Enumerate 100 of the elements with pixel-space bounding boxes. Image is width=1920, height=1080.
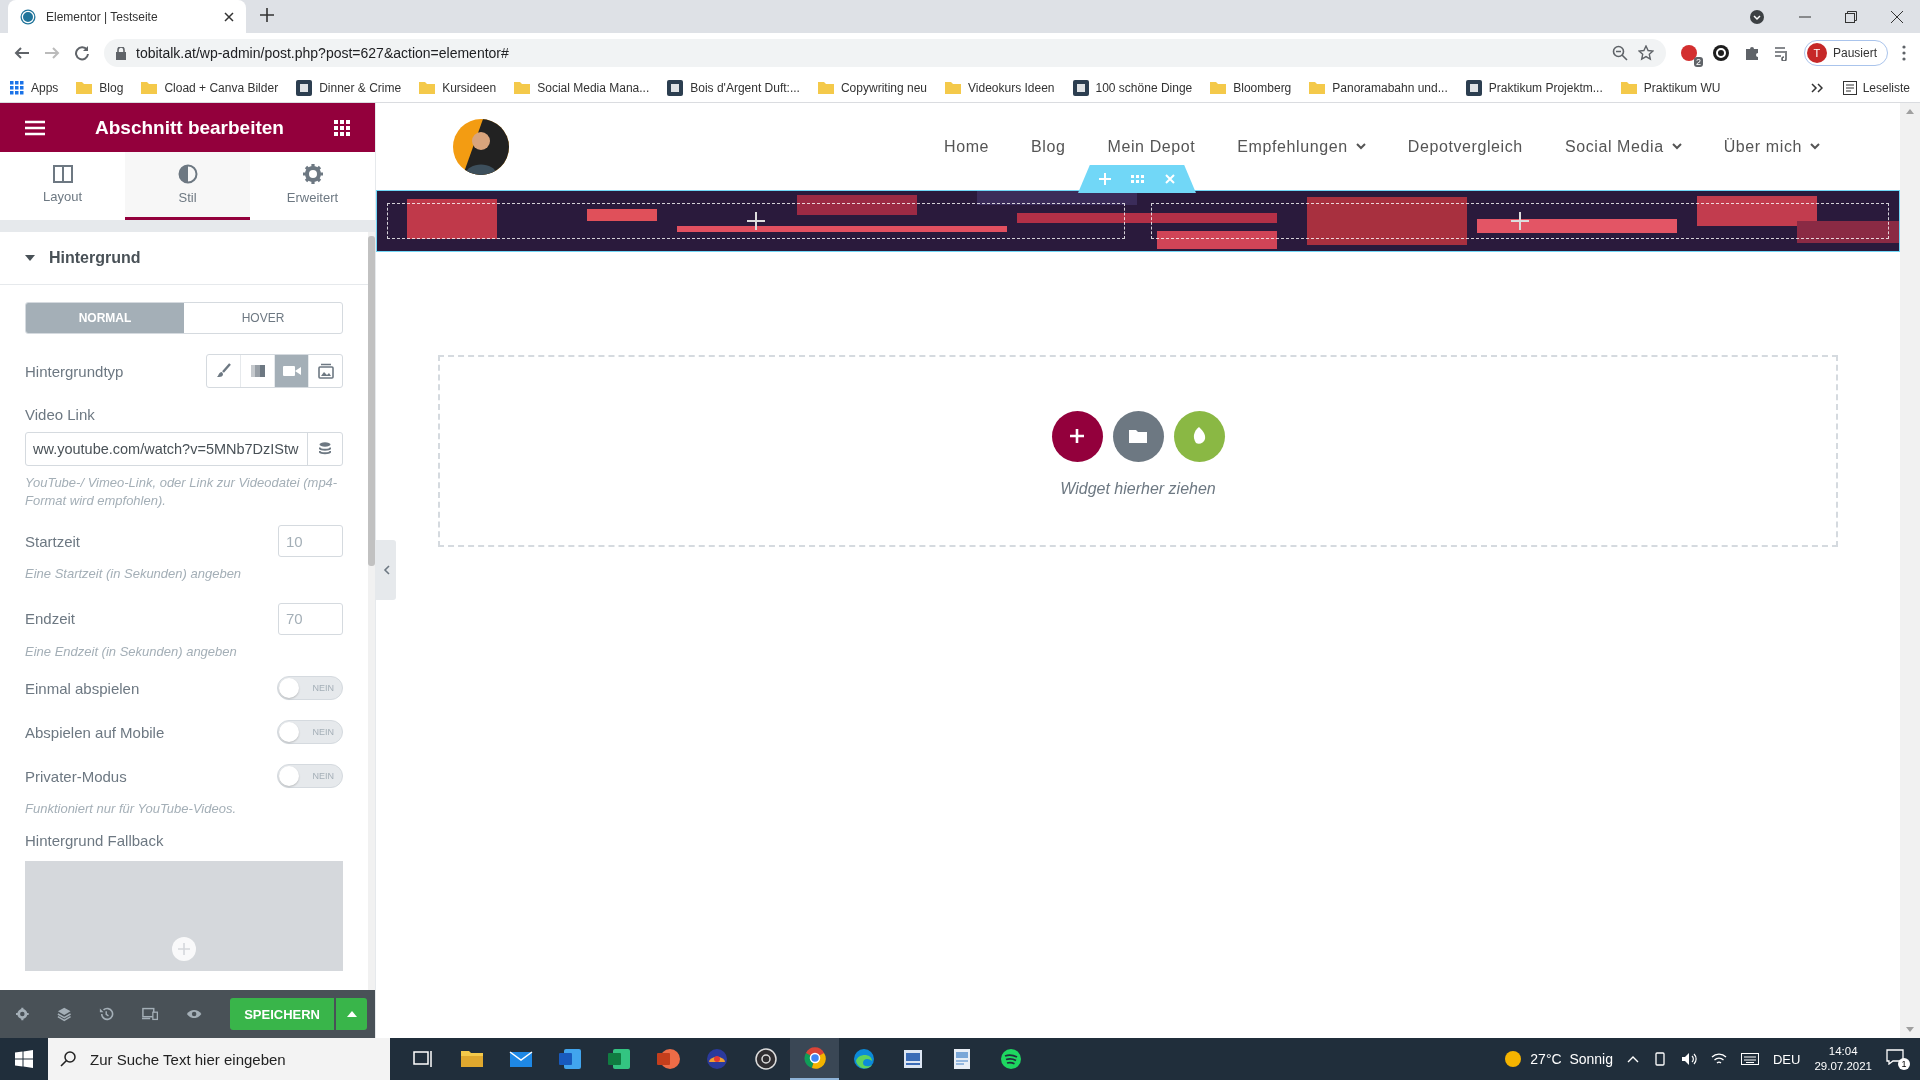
bookmark[interactable]: Panoramabahn und... xyxy=(1309,80,1448,95)
nav-link[interactable]: Blog xyxy=(1031,137,1066,156)
extension-icon[interactable] xyxy=(1679,44,1698,62)
save-options-button[interactable] xyxy=(336,998,367,1030)
bookmark[interactable]: Apps xyxy=(10,80,59,95)
browser-tab[interactable]: Elementor | Testseite xyxy=(8,0,246,33)
brush-icon xyxy=(215,363,232,379)
back-icon[interactable] xyxy=(14,45,30,61)
end-time-field[interactable]: 70 xyxy=(278,602,343,635)
nav-link[interactable]: Home xyxy=(944,137,990,156)
help-text: YouTube-/ Vimeo-Link, oder Link zur Videodatei (mp4-Format wird empfohlen). xyxy=(25,474,339,510)
drag-handle-icon[interactable] xyxy=(1131,175,1145,183)
wifi-icon[interactable] xyxy=(1711,1052,1727,1066)
column-placeholder[interactable] xyxy=(1151,203,1889,239)
reading-list-button[interactable]: Leseliste xyxy=(1842,80,1910,95)
bookmark[interactable]: Bois d'Argent Duft:... xyxy=(667,79,800,96)
field-label: Endzeit xyxy=(25,610,76,628)
new-tab-icon[interactable] xyxy=(260,8,274,22)
add-icon[interactable] xyxy=(747,212,765,230)
tab-search-icon[interactable] xyxy=(1749,8,1765,25)
start-icon[interactable] xyxy=(15,1050,33,1068)
bookmark[interactable]: Videokurs Ideen xyxy=(945,80,1055,95)
widgets-grid-icon[interactable] xyxy=(334,119,350,136)
meet-icon[interactable] xyxy=(1653,1052,1667,1066)
zoom-icon[interactable] xyxy=(1611,45,1628,61)
layers-icon[interactable] xyxy=(56,1006,72,1022)
bookmark[interactable]: 100 schöne Dinge xyxy=(1072,79,1193,96)
panel-tab[interactable]: Erweitert xyxy=(250,152,375,220)
close-icon[interactable] xyxy=(224,11,234,22)
puzzle-icon[interactable] xyxy=(1743,45,1760,61)
start-time-field[interactable]: 10 xyxy=(278,525,343,558)
weather-widget[interactable]: 27°C Sonnig xyxy=(1504,1050,1613,1068)
add-icon[interactable] xyxy=(1511,212,1529,230)
field-label: Einmal abspielen xyxy=(25,679,140,697)
caret-up-icon xyxy=(346,1011,357,1017)
more-bookmarks-icon[interactable] xyxy=(1810,82,1823,93)
responsive-icon[interactable] xyxy=(141,1007,158,1021)
folder-icon xyxy=(141,81,158,94)
field-label: Startzeit xyxy=(25,532,81,550)
clock[interactable]: 14:04 29.07.2021 xyxy=(1814,1044,1872,1074)
bookmark[interactable]: Praktikum WU xyxy=(1620,80,1721,95)
nav-link[interactable]: Empfehlungen xyxy=(1237,137,1366,156)
bookmark[interactable]: Social Media Mana... xyxy=(514,80,650,95)
bookmark[interactable]: Cload + Canva Bilder xyxy=(141,80,279,95)
menu-icon[interactable] xyxy=(25,119,45,136)
bookmark[interactable]: Praktikum Projektm... xyxy=(1465,79,1603,96)
site-icon xyxy=(667,79,684,96)
folder-icon xyxy=(1620,81,1637,94)
speaker-icon[interactable] xyxy=(1681,1052,1697,1066)
state-tab[interactable]: HOVER xyxy=(184,303,342,333)
nav-link[interactable]: Über mich xyxy=(1723,137,1820,156)
folder-icon xyxy=(1210,81,1227,94)
extension-icon[interactable] xyxy=(1711,44,1730,62)
panel-tab[interactable]: Layout xyxy=(0,152,125,220)
panel-tab[interactable]: Stil xyxy=(125,152,250,220)
address-bar[interactable]: tobitalk.at/wp-admin/post.php?post=627&action=elementor# xyxy=(104,39,1666,67)
bookmark[interactable]: Dinner & Crime xyxy=(296,79,402,96)
add-icon xyxy=(172,936,196,961)
notification-button[interactable]: 1 xyxy=(1886,1048,1910,1070)
keyboard-icon[interactable] xyxy=(1741,1053,1759,1065)
more-icon[interactable] xyxy=(1902,45,1906,61)
background-type-control[interactable] xyxy=(206,354,343,388)
bookmark-star-icon[interactable] xyxy=(1637,45,1654,61)
taskbar-search-field[interactable]: Zur Suche Text hier eingeben xyxy=(48,1038,390,1080)
video-link-field[interactable]: ww.youtube.com/watch?v=5MNb7DzIStw xyxy=(25,432,343,466)
eye-icon[interactable] xyxy=(185,1008,203,1020)
contrast-icon xyxy=(177,164,198,184)
column-placeholder[interactable] xyxy=(387,203,1125,239)
apps-icon xyxy=(10,80,24,95)
field-label: Privater-Modus xyxy=(25,767,127,785)
restore-icon[interactable] xyxy=(1845,10,1857,23)
bookmark[interactable]: Copywriting neu xyxy=(817,80,927,95)
nav-link[interactable]: Mein Depot xyxy=(1107,137,1196,156)
nav-link[interactable]: Depotvergleich xyxy=(1407,137,1523,156)
nav-link[interactable]: Social Media xyxy=(1564,137,1682,156)
profile-button[interactable]: T Pausiert xyxy=(1803,40,1888,66)
settings-icon[interactable] xyxy=(16,1007,29,1021)
notification-icon xyxy=(1886,1048,1904,1065)
show-hidden-icons-icon[interactable] xyxy=(1627,1055,1639,1063)
folder-icon xyxy=(817,81,834,94)
folder-icon xyxy=(419,81,436,94)
wordpress-icon xyxy=(20,8,36,25)
reading-list-icon xyxy=(1842,80,1857,95)
chevron-down-icon xyxy=(1671,143,1682,150)
bookmark[interactable]: Bloomberg xyxy=(1210,80,1292,95)
bookmark[interactable]: Blog xyxy=(76,80,124,95)
lock-icon xyxy=(116,46,126,60)
extension-badge: 2 xyxy=(1693,57,1703,67)
reload-icon[interactable] xyxy=(74,45,90,61)
help-text: Eine Endzeit (in Sekunden) angeben xyxy=(25,642,238,661)
field-label: Hintergrundtyp xyxy=(25,362,124,380)
close-icon[interactable] xyxy=(1891,10,1903,23)
chevron-down-icon xyxy=(1810,143,1820,150)
database-icon[interactable] xyxy=(319,442,331,456)
scrollbar-thumb[interactable] xyxy=(368,236,375,566)
language-indicator[interactable]: DEU xyxy=(1773,1051,1801,1067)
history-icon[interactable] xyxy=(99,1006,114,1022)
bookmark[interactable]: Kursideen xyxy=(419,80,497,95)
browser-icon[interactable] xyxy=(790,1038,839,1080)
media-queue-icon[interactable] xyxy=(1773,45,1790,61)
